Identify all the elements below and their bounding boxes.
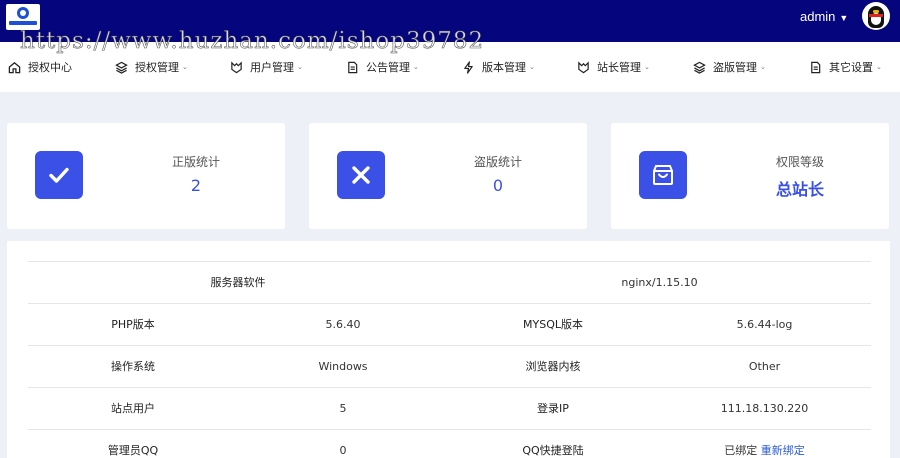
nav-label: 其它设置 [829,61,873,74]
home-icon [7,60,21,74]
server-info-panel: 服务器软件 nginx/1.15.10 PHP版本 5.6.40 MYSQL版本… [7,241,890,458]
nav-label: 站长管理 [597,61,641,74]
check-icon [35,151,83,199]
nav-item-webmaster-manage[interactable]: 站长管理 ⌄ [576,58,650,76]
server-software-label: 服务器软件 [210,276,266,289]
bind-status-text: 已绑定 [724,444,758,457]
username: admin [800,9,836,24]
chevron-down-icon: ⌄ [529,63,535,71]
table-key: 浏览器内核 [525,360,581,373]
nav-label: 版本管理 [482,61,526,74]
table-row: 服务器软件 nginx/1.15.10 [28,261,871,303]
nav-label: 授权管理 [135,61,179,74]
logo[interactable] [6,4,40,30]
shopping-bag-icon [639,151,687,199]
table-key: 操作系统 [111,360,155,373]
chevron-down-icon: ⌄ [644,63,650,71]
table-value: 5 [339,402,347,415]
lightning-icon [461,60,475,74]
file-icon [808,60,822,74]
stat-card-pirated: 盗版统计 0 [309,123,587,229]
logo-wordmark [9,21,37,25]
table-value: 111.18.130.220 [720,402,809,415]
nav-item-other-settings[interactable]: 其它设置 ⌄ [808,58,882,76]
avatar[interactable] [862,2,890,30]
table-row: 管理员QQ 0 QQ快捷登陆 已绑定 重新绑定 [28,429,871,458]
stat-card-genuine: 正版统计 2 [7,123,285,229]
table-value: Other [748,360,781,373]
stack-icon [692,60,706,74]
qq-bind-status: 已绑定 重新绑定 [658,430,871,458]
stat-label: 盗版统计 [473,155,522,169]
stat-value: 0 [492,176,504,195]
server-software-value: nginx/1.15.10 [621,276,698,289]
nav-label: 公告管理 [366,61,410,74]
chevron-down-icon: ⌄ [876,63,882,71]
chevron-down-icon: ⌄ [297,63,303,71]
table-key: 站点用户 [111,402,155,415]
table-value: 0 [339,444,347,457]
crown-icon [576,60,590,74]
table-value: 5.6.44-log [736,318,793,331]
logo-mark [17,7,29,19]
table-key: 管理员QQ [107,444,159,457]
layers-icon [114,60,128,74]
table-key: MYSQL版本 [523,318,583,331]
table-key: PHP版本 [111,318,155,331]
nav-item-auth-manage[interactable]: 授权管理 ⌄ [114,58,188,76]
nav-item-piracy-manage[interactable]: 盗版管理 ⌄ [692,58,766,76]
document-icon [345,60,359,74]
table-row: PHP版本 5.6.40 MYSQL版本 5.6.44-log [28,303,871,345]
stat-label: 正版统计 [171,155,220,169]
rebind-link[interactable]: 重新绑定 [761,444,805,457]
chevron-down-icon: ⌄ [413,63,419,71]
stat-value: 2 [190,176,202,195]
stat-value: 总站长 [775,180,824,199]
chevron-down-icon: ⌄ [760,63,766,71]
users-icon [229,60,243,74]
stat-label: 权限等级 [775,155,824,169]
nav-label: 用户管理 [250,61,294,74]
nav-item-user-manage[interactable]: 用户管理 ⌄ [229,58,303,76]
nav-label: 授权中心 [28,61,72,74]
table-row: 站点用户 5 登录IP 111.18.130.220 [28,387,871,429]
chevron-down-icon: ▼ [839,13,849,23]
chevron-down-icon: ⌄ [182,63,188,71]
user-menu[interactable]: admin ▼ [800,9,848,24]
close-icon [337,151,385,199]
table-key: 登录IP [537,402,569,415]
nav-item-auth-center[interactable]: 授权中心 [7,58,72,76]
watermark: https://www.huzhan.com/ishop39782 [20,28,485,55]
table-value: Windows [318,360,368,373]
nav-item-version-manage[interactable]: 版本管理 ⌄ [461,58,535,76]
table-key: QQ快捷登陆 [522,444,584,457]
nav-item-notice-manage[interactable]: 公告管理 ⌄ [345,58,419,76]
stat-card-permission: 权限等级 总站长 [611,123,889,229]
table-value: 5.6.40 [325,318,361,331]
nav-label: 盗版管理 [713,61,757,74]
table-row: 操作系统 Windows 浏览器内核 Other [28,345,871,387]
